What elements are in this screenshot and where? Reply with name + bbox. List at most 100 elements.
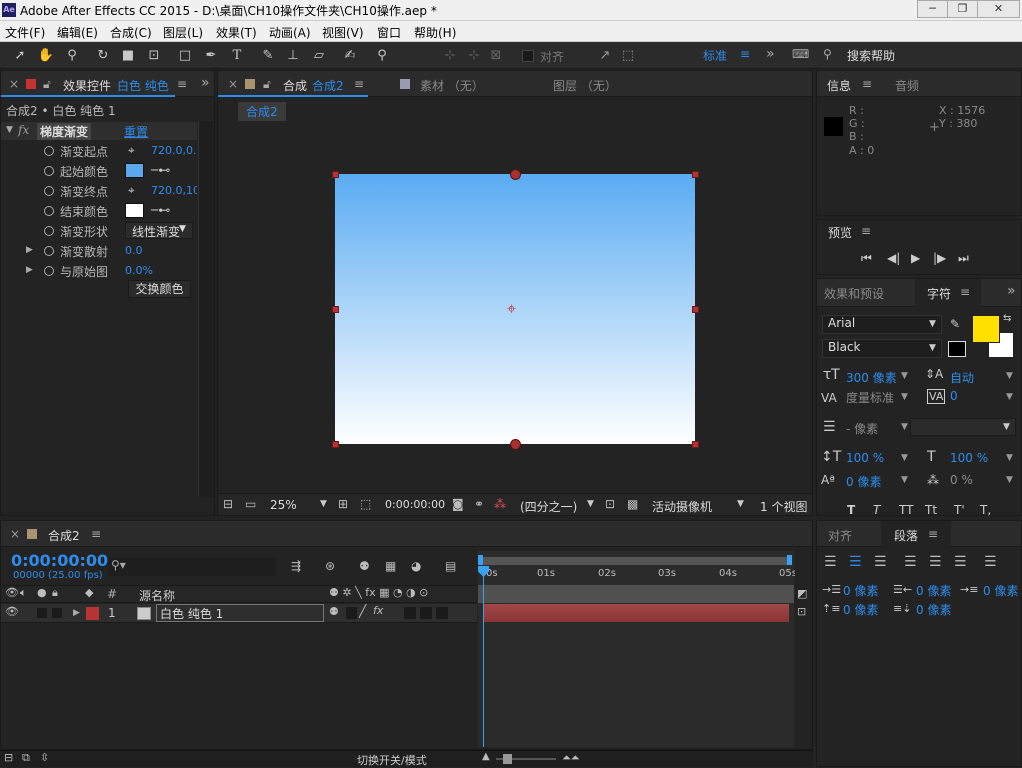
snap-feature-icon[interactable]: ⬚ [618, 46, 638, 65]
last-frame-icon[interactable]: ⏭ [958, 251, 969, 266]
more-panels-icon[interactable]: » [201, 75, 210, 91]
view-axis-icon[interactable]: ⊠ [486, 46, 506, 65]
stroke-width-value[interactable]: - 像素 [846, 420, 878, 437]
more-panels-icon[interactable]: » [1007, 283, 1016, 299]
kerning-value[interactable]: 度量标准 [846, 389, 894, 406]
small-caps-button[interactable]: Tt [925, 503, 937, 517]
play-icon[interactable]: ▶ [911, 251, 920, 265]
hand-tool-icon[interactable]: ✋ [36, 46, 56, 65]
collapse-switch[interactable] [346, 607, 357, 619]
zoom-out-icon[interactable]: ▲ [482, 751, 490, 762]
tsume-value[interactable]: 0 % [950, 473, 973, 487]
align-tab[interactable]: 对齐 [828, 527, 852, 544]
gradient-scatter-value[interactable]: 0.0 [125, 244, 143, 257]
pan-behind-tool-icon[interactable]: ⊡ [144, 46, 164, 65]
align-center-icon[interactable]: ☰ [849, 554, 862, 570]
crosshair-icon[interactable]: ⌖ [128, 183, 135, 198]
lock-toggle[interactable] [52, 608, 62, 618]
indent-left-value[interactable]: 0 像素 [843, 582, 878, 599]
zoom-dropdown[interactable]: 25% [270, 498, 297, 512]
search-help-input[interactable]: 搜索帮助 [847, 47, 895, 64]
brush-tool-icon[interactable]: ✎ [258, 46, 278, 65]
eyedropper-icon[interactable]: ✎ [950, 317, 960, 331]
layer-handle[interactable] [692, 171, 699, 178]
motion-blur-icon[interactable]: ◕ [411, 559, 421, 573]
start-color-swatch[interactable] [125, 163, 144, 178]
solo-toggle[interactable] [37, 608, 47, 618]
expand-icon[interactable]: ▶ [26, 265, 33, 275]
tracking-value[interactable]: 0 [950, 389, 958, 403]
selection-tool-icon[interactable]: ➚ [10, 46, 30, 65]
comp-mini-flowchart-icon[interactable]: ⇶ [291, 559, 301, 573]
camera-dropdown[interactable]: 活动摄像机 [652, 498, 712, 515]
adjustment-switch[interactable] [436, 607, 448, 619]
lock-icon[interactable]: 🔓︎ [43, 77, 51, 92]
region-of-interest-icon[interactable]: ⬚ [360, 497, 371, 511]
close-panel-icon[interactable]: × [9, 77, 19, 91]
shy-layers-icon[interactable]: ⚉ [359, 559, 370, 573]
column-source-name[interactable]: 源名称 [139, 587, 175, 604]
panel-menu-icon[interactable]: ≡ [861, 224, 871, 238]
toggle-switches-modes[interactable]: 切换开关/模式 [357, 752, 427, 768]
eye-icon[interactable]: 👁︎ [5, 605, 19, 618]
menu-layer[interactable]: 图层(L) [163, 24, 203, 41]
menu-composition[interactable]: 合成(C) [110, 24, 152, 41]
comp-viewer[interactable]: ⌖ [218, 123, 812, 493]
transparency-grid-icon[interactable]: ▩ [627, 497, 638, 511]
panel-menu-icon[interactable]: ≡ [960, 285, 970, 299]
space-before-value[interactable]: 0 像素 [843, 601, 878, 618]
panel-menu-icon[interactable]: ≡ [177, 77, 187, 91]
layer-switches-icon[interactable]: ⊟ [4, 751, 13, 764]
rotate-tool-icon[interactable]: ↻ [93, 46, 113, 65]
pen-tool-icon[interactable]: ✒ [201, 46, 221, 65]
timeline-track-area[interactable]: 0s 01s 02s 03s 04s 05s [478, 551, 797, 747]
comp-navigator-chip[interactable]: 合成2 [238, 102, 286, 121]
layer-tab[interactable]: 图层 （无） [553, 77, 617, 94]
effect-switch-icon[interactable]: fx [373, 604, 383, 617]
sync-settings-icon[interactable]: ⌨ [792, 47, 809, 61]
layer-row[interactable]: 👁︎ ▶ 1 白色 纯色 1 ⚉ ╱ fx [1, 604, 477, 623]
menu-file[interactable]: 文件(F) [5, 24, 45, 41]
camera-tool-icon[interactable]: ■ [118, 46, 138, 65]
snapshot-icon[interactable]: ◙ [452, 497, 464, 511]
menu-window[interactable]: 窗口 [377, 24, 401, 41]
layer-handle[interactable] [332, 441, 339, 448]
resolution-dropdown[interactable]: (四分之一) [520, 498, 577, 515]
preview-tab[interactable]: 预览 [828, 224, 852, 241]
roto-brush-tool-icon[interactable]: ✍ [340, 46, 360, 65]
close-button[interactable]: ✕ [977, 0, 1020, 18]
panel-menu-icon[interactable]: ≡ [862, 77, 872, 91]
composition-tab-name[interactable]: 合成2 [312, 77, 344, 94]
first-frame-icon[interactable]: ⏮ [861, 251, 872, 266]
fx-icon[interactable]: fx [18, 123, 29, 137]
justify-all-icon[interactable]: ☰ [984, 554, 997, 570]
preview-toggle-icon[interactable]: ⊟ [223, 497, 233, 511]
menu-help[interactable]: 帮助(H) [414, 24, 456, 41]
panel-scrollbar[interactable] [198, 121, 214, 497]
stroke-style-dropdown[interactable] [910, 418, 1016, 436]
vertical-scale-value[interactable]: 100 % [846, 451, 884, 465]
safe-zones-icon[interactable]: ⊞ [338, 497, 348, 511]
world-axis-icon[interactable]: ⊹ [464, 46, 484, 65]
audio-tab[interactable]: 音频 [895, 77, 919, 94]
stopwatch-icon[interactable] [44, 205, 54, 219]
layer-handle[interactable] [332, 171, 339, 178]
puppet-pin-tool-icon[interactable]: ⚲ [372, 46, 392, 65]
graph-editor-icon[interactable]: ▤ [445, 559, 456, 573]
menu-edit[interactable]: 编辑(E) [57, 24, 98, 41]
work-area-start[interactable] [478, 555, 483, 565]
type-tool-icon[interactable]: T [227, 46, 247, 65]
eraser-tool-icon[interactable]: ▱ [309, 46, 329, 65]
views-dropdown[interactable]: 1 个视图 [760, 498, 812, 515]
minimize-button[interactable]: ─ [917, 0, 948, 18]
display-icon[interactable]: ▭ [245, 497, 256, 511]
clone-stamp-tool-icon[interactable]: ⊥ [283, 46, 303, 65]
paragraph-tab[interactable]: 段落 [894, 527, 918, 544]
superscript-button[interactable]: T' [954, 503, 965, 517]
next-frame-icon[interactable]: |▶ [933, 251, 946, 265]
rectangle-tool-icon[interactable]: □ [175, 46, 195, 65]
effect-controls-tab[interactable]: 效果控件 [63, 77, 111, 94]
menu-effect[interactable]: 效果(T) [216, 24, 257, 41]
layer-handle[interactable] [692, 441, 699, 448]
swap-colors-icon[interactable]: ⇆ [1003, 313, 1011, 324]
